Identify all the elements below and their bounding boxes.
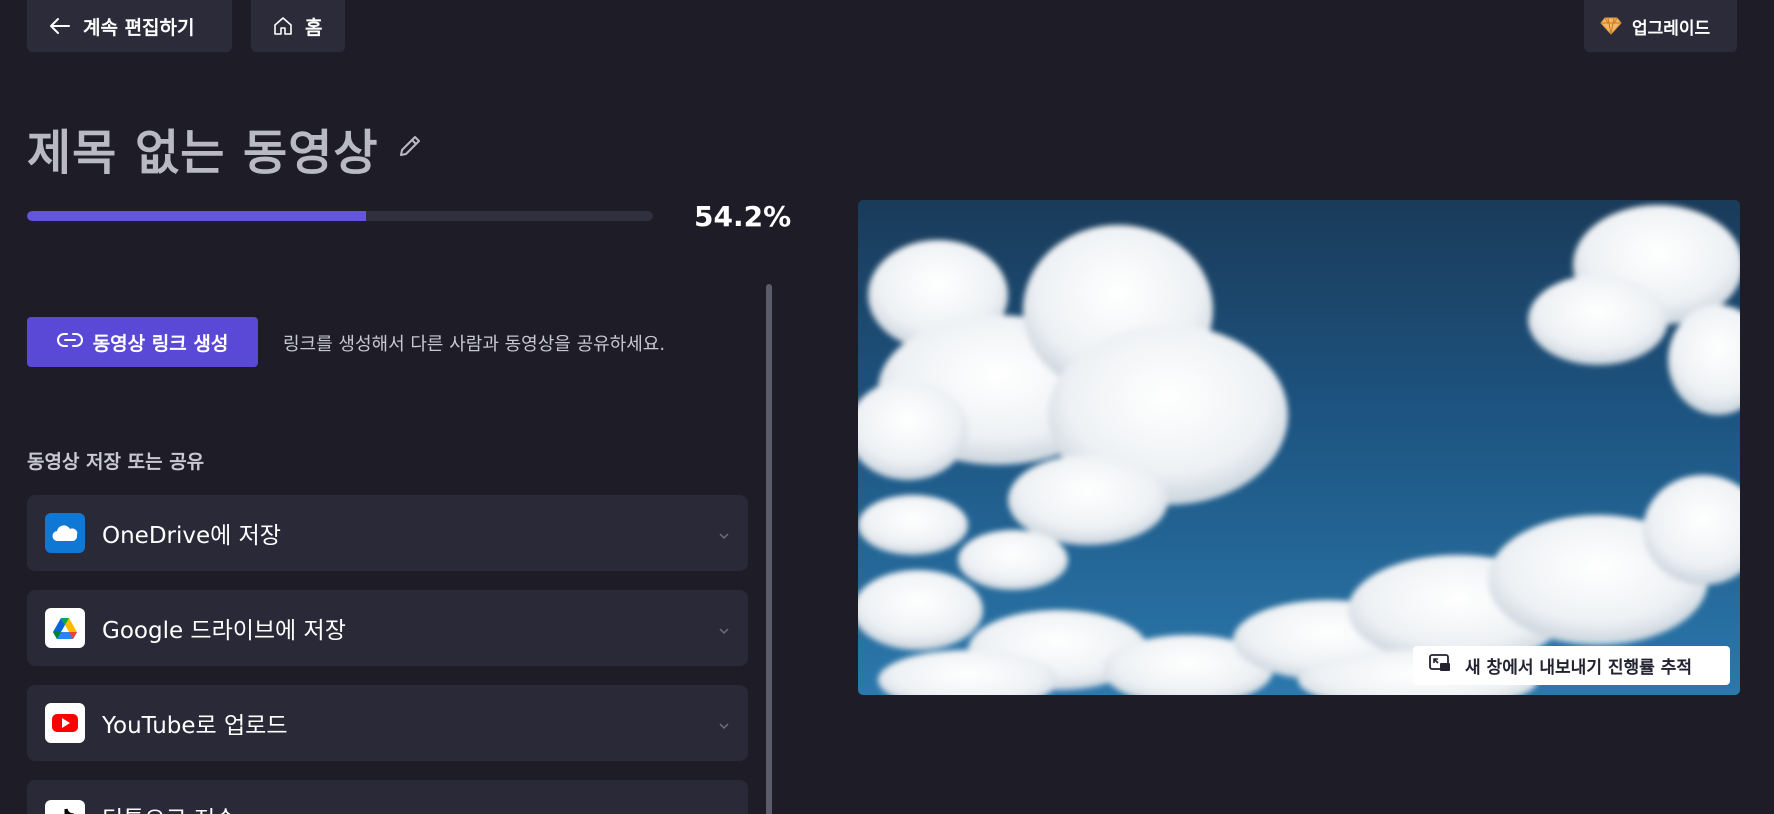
chevron-down-icon (718, 715, 730, 734)
export-page: 계속 편집하기 홈 업그레이드 제목 없는 동영상 54.2% 동영상 링크 생… (0, 0, 1774, 814)
link-icon (56, 331, 83, 353)
track-progress-label: 새 창에서 내보내기 진행률 추적 (1465, 658, 1692, 678)
send-to-tiktok-item[interactable]: 틱톡으로 전송 (27, 780, 748, 814)
create-video-link-label: 동영상 링크 생성 (92, 332, 229, 355)
save-to-onedrive-label: OneDrive에 저장 (102, 523, 281, 549)
save-to-onedrive-item[interactable]: OneDrive에 저장 (27, 495, 748, 571)
upload-to-youtube-label: YouTube로 업로드 (102, 713, 288, 739)
title-row: 제목 없는 동영상 (27, 113, 423, 183)
home-label: 홈 (305, 16, 323, 39)
export-progress-fill (27, 211, 367, 221)
home-icon (273, 16, 293, 36)
sky-clouds-image (858, 205, 1740, 695)
create-video-link-button[interactable]: 동영상 링크 생성 (27, 317, 258, 367)
upload-to-youtube-item[interactable]: YouTube로 업로드 (27, 685, 748, 761)
pencil-icon[interactable] (397, 133, 423, 163)
video-title: 제목 없는 동영상 (27, 125, 379, 181)
save-share-heading: 동영상 저장 또는 공유 (27, 451, 205, 473)
track-progress-new-window-button[interactable]: 새 창에서 내보내기 진행률 추적 (1413, 646, 1730, 685)
link-description: 링크를 생성해서 다른 사람과 동영상을 공유하세요. (283, 334, 666, 355)
google-drive-icon (45, 608, 85, 648)
send-to-tiktok-label: 틱톡으로 전송 (102, 800, 236, 814)
diamond-icon (1600, 16, 1622, 36)
scrollbar[interactable] (766, 284, 772, 814)
home-button[interactable]: 홈 (251, 0, 345, 52)
continue-editing-label: 계속 편집하기 (83, 16, 195, 39)
upgrade-button[interactable]: 업그레이드 (1584, 0, 1737, 52)
open-in-new-window-icon (1429, 654, 1451, 677)
onedrive-icon (45, 513, 85, 553)
video-preview (858, 200, 1740, 695)
tiktok-icon (45, 800, 85, 814)
upgrade-label: 업그레이드 (1632, 18, 1711, 39)
chevron-down-icon (718, 620, 730, 639)
chevron-down-icon (718, 525, 730, 544)
export-progress-value: 54.2% (694, 200, 792, 233)
save-to-google-drive-label: Google 드라이브에 저장 (102, 618, 346, 644)
youtube-icon (45, 703, 85, 743)
continue-editing-button[interactable]: 계속 편집하기 (27, 0, 232, 52)
export-progress-bar (27, 211, 653, 221)
arrow-left-icon (49, 17, 71, 35)
save-to-google-drive-item[interactable]: Google 드라이브에 저장 (27, 590, 748, 666)
